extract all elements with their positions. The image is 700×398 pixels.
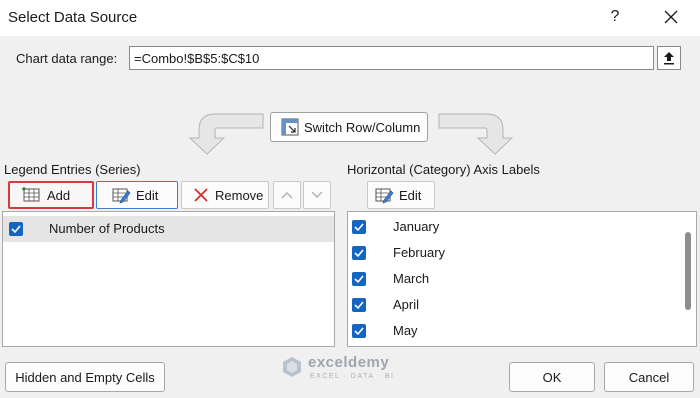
- axis-item-checkbox[interactable]: [352, 298, 366, 312]
- list-item[interactable]: January: [348, 215, 678, 239]
- list-item[interactable]: March: [348, 267, 678, 291]
- list-item[interactable]: May: [348, 319, 678, 343]
- series-name: Number of Products: [49, 221, 165, 236]
- list-item[interactable]: Number of Products: [3, 216, 334, 242]
- remove-series-button[interactable]: Remove: [181, 181, 269, 209]
- series-list: Number of Products: [2, 211, 335, 347]
- ok-button[interactable]: OK: [509, 362, 595, 392]
- axis-item-label: January: [393, 219, 440, 234]
- chart-data-range-input[interactable]: [129, 46, 654, 70]
- edit-axis-labels-button[interactable]: Edit: [367, 181, 435, 209]
- remove-x-icon: [194, 188, 208, 202]
- check-icon: [11, 225, 21, 234]
- axis-item-checkbox[interactable]: [352, 272, 366, 286]
- legend-entries-label: Legend Entries (Series): [4, 162, 141, 177]
- series-checkbox[interactable]: [9, 222, 23, 236]
- watermark-logo: exceldemy EXCEL · DATA · BI: [280, 352, 430, 386]
- axis-item-label: March: [393, 271, 430, 286]
- axis-item-checkbox[interactable]: [352, 246, 366, 260]
- cancel-button[interactable]: Cancel: [604, 362, 694, 392]
- axis-item-label: April: [393, 297, 420, 312]
- exceldemy-logo-icon: [283, 357, 301, 377]
- remove-series-label: Remove: [215, 187, 264, 203]
- axis-item-label: May: [393, 323, 418, 338]
- axis-labels-list: January February March April May: [347, 211, 697, 347]
- check-icon: [354, 327, 364, 336]
- chart-data-range-label: Chart data range:: [16, 51, 118, 66]
- add-table-icon: [22, 187, 40, 202]
- check-icon: [354, 301, 364, 310]
- scrollbar-thumb[interactable]: [685, 232, 691, 310]
- switch-row-column-label: Switch Row/Column: [304, 119, 421, 135]
- collapse-upload-icon: [664, 52, 674, 65]
- check-icon: [354, 249, 364, 258]
- move-up-button[interactable]: [273, 181, 301, 209]
- check-icon: [354, 275, 364, 284]
- hidden-empty-cells-button[interactable]: Hidden and Empty Cells: [5, 362, 165, 392]
- edit-table-icon: [112, 188, 131, 204]
- axis-item-checkbox[interactable]: [352, 220, 366, 234]
- edit-axis-labels-label: Edit: [399, 187, 422, 203]
- check-icon: [354, 223, 364, 232]
- axis-item-checkbox[interactable]: [352, 324, 366, 338]
- add-series-button[interactable]: Add: [8, 181, 94, 209]
- help-button[interactable]: ?: [604, 6, 626, 28]
- close-icon: [664, 10, 678, 24]
- axis-labels-label: Horizontal (Category) Axis Labels: [347, 162, 540, 177]
- chevron-up-icon: [281, 192, 293, 199]
- left-arrow-icon: [188, 113, 264, 155]
- dialog-title: Select Data Source: [8, 9, 138, 26]
- switch-row-column-icon: [281, 118, 299, 136]
- list-item[interactable]: February: [348, 241, 678, 265]
- right-arrow-icon: [438, 113, 514, 155]
- close-button[interactable]: [660, 6, 682, 28]
- move-down-button[interactable]: [303, 181, 331, 209]
- edit-series-button[interactable]: Edit: [96, 181, 178, 209]
- switch-row-column-button[interactable]: Switch Row/Column: [270, 112, 428, 142]
- scrollbar[interactable]: [680, 212, 696, 346]
- edit-series-label: Edit: [136, 187, 159, 203]
- list-item[interactable]: April: [348, 293, 678, 317]
- axis-item-label: February: [393, 245, 446, 260]
- collapse-dialog-button[interactable]: [657, 46, 681, 70]
- chevron-down-icon: [311, 191, 323, 198]
- watermark-name: exceldemy: [308, 354, 390, 371]
- add-series-label: Add: [47, 187, 71, 203]
- edit-table-icon: [375, 188, 394, 204]
- watermark-tagline: EXCEL · DATA · BI: [310, 373, 395, 380]
